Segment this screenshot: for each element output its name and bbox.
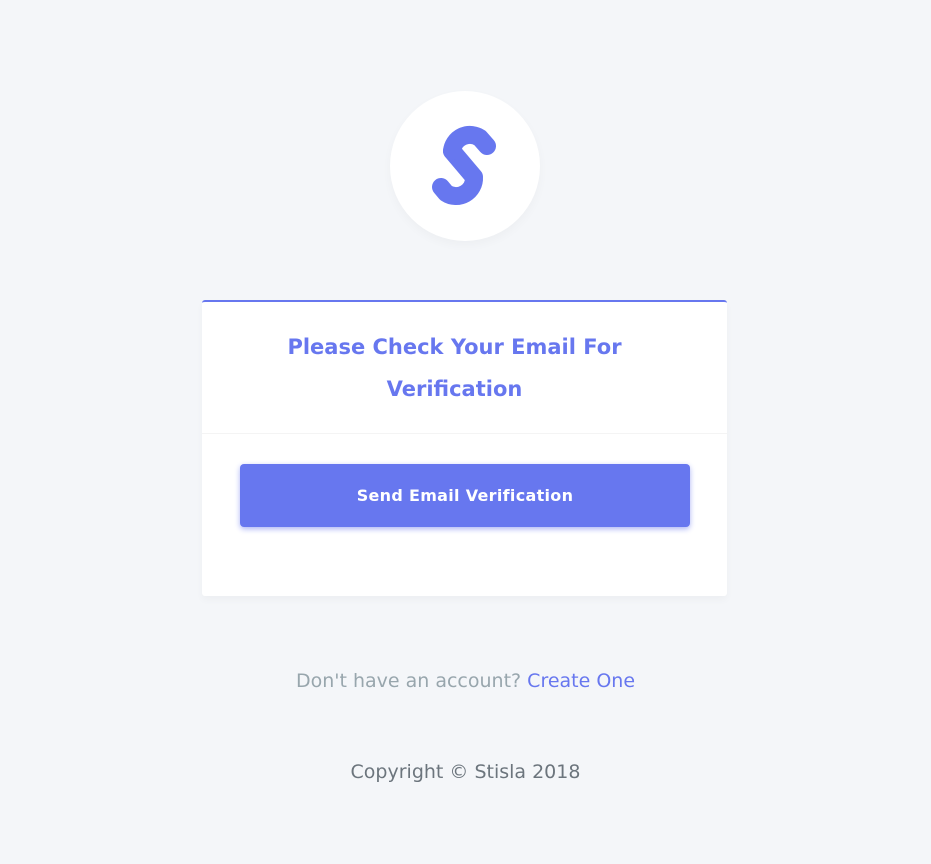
- verification-card: Please Check Your Email For Verification…: [202, 300, 727, 596]
- card-body: Send Email Verification: [202, 434, 727, 527]
- card-title: Please Check Your Email For Verification: [287, 334, 622, 401]
- signup-prompt: Don't have an account? Create One: [0, 670, 931, 692]
- brand-logo: [390, 91, 540, 241]
- signup-prompt-text: Don't have an account?: [295, 670, 522, 692]
- stisla-logo-icon: [432, 125, 496, 206]
- verification-page: Please Check Your Email For Verification…: [0, 0, 931, 864]
- card-header: Please Check Your Email For Verification: [202, 302, 727, 434]
- create-account-link[interactable]: Create One: [527, 670, 635, 692]
- footer-copyright: Copyright © Stisla 2018: [350, 761, 581, 783]
- send-email-verification-button[interactable]: Send Email Verification: [240, 464, 690, 527]
